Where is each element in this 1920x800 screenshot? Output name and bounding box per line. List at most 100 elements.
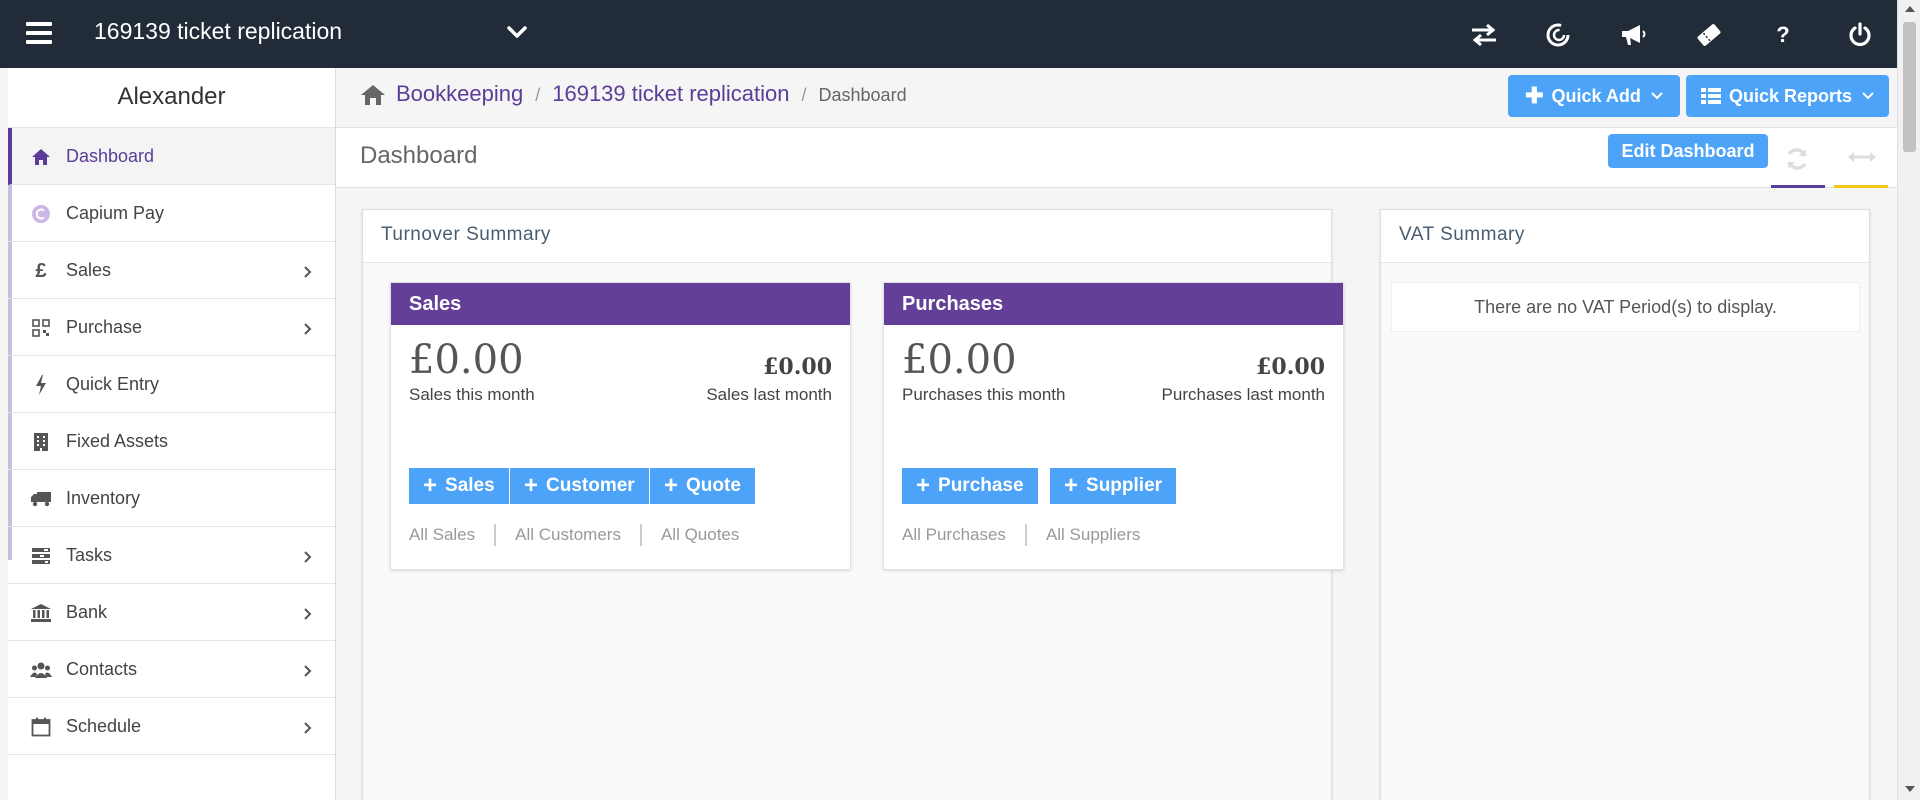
sidebar-item-tasks[interactable]: Tasks: [8, 527, 335, 584]
plus-icon: +: [1064, 472, 1079, 499]
users-icon: [30, 659, 52, 681]
chevron-down-icon: [1862, 92, 1874, 100]
add-sales-button[interactable]: + Sales: [409, 468, 509, 504]
sidebar-item-label: Dashboard: [66, 145, 155, 166]
vat-summary-widget: VAT Summary There are no VAT Period(s) t…: [1380, 209, 1870, 800]
add-purchase-button[interactable]: + Purchase: [902, 468, 1038, 504]
sidebar-item-quick-entry[interactable]: Quick Entry: [8, 356, 335, 413]
pound-icon: £: [35, 259, 47, 282]
hamburger-menu-icon[interactable]: [26, 22, 52, 44]
all-purchases-link[interactable]: All Purchases: [902, 525, 1006, 545]
add-customer-button[interactable]: + Customer: [510, 468, 649, 504]
quick-reports-button[interactable]: Quick Reports: [1686, 75, 1889, 117]
bank-icon: [30, 602, 52, 624]
scroll-up-arrow-icon[interactable]: [1905, 6, 1915, 12]
purchases-last-month-amount: £0.00: [1256, 354, 1325, 380]
sidebar-item-inventory[interactable]: Inventory: [8, 470, 335, 527]
sidebar-item-label: Quick Entry: [66, 373, 160, 394]
purchases-this-month-label: Purchases this month: [902, 385, 1066, 404]
company-dropdown-chevron-icon[interactable]: [506, 24, 528, 45]
tasks-icon: [30, 545, 52, 567]
breadcrumb-separator: /: [535, 85, 541, 105]
capium-pay-icon: [30, 203, 52, 225]
chevron-down-icon: [1651, 92, 1663, 100]
sidebar-item-capium-pay[interactable]: Capium Pay: [8, 185, 335, 242]
scroll-down-arrow-icon[interactable]: [1905, 786, 1915, 792]
plus-icon: +: [524, 472, 539, 499]
chevron-right-icon: [303, 719, 313, 740]
company-name[interactable]: 169139 ticket replication: [94, 18, 342, 45]
all-sales-link[interactable]: All Sales: [409, 525, 475, 545]
capium-icon[interactable]: [1544, 22, 1572, 48]
breadcrumb-current: Dashboard: [818, 85, 907, 105]
sidebar-item-label: Schedule: [66, 715, 142, 736]
link-divider: [1024, 524, 1027, 546]
home-icon: [30, 146, 52, 168]
sidebar-item-label: Bank: [66, 601, 108, 622]
refresh-icon[interactable]: [1784, 146, 1810, 177]
expand-horizontal-icon[interactable]: [1848, 150, 1876, 168]
sidebar-item-label: Tasks: [66, 544, 113, 565]
switch-arrows-icon[interactable]: [1470, 22, 1498, 48]
sales-last-month-label: Sales last month: [706, 385, 832, 404]
sidebar-item-label: Fixed Assets: [66, 430, 169, 451]
help-icon[interactable]: ?: [1769, 22, 1797, 48]
sidebar-item-schedule[interactable]: Schedule: [8, 698, 335, 755]
button-label: Quote: [686, 475, 741, 496]
home-icon[interactable]: [360, 84, 386, 111]
quick-reports-label: Quick Reports: [1728, 85, 1853, 106]
breadcrumb-bookkeeping[interactable]: Bookkeeping: [396, 81, 523, 107]
breadcrumb-company[interactable]: 169139 ticket replication: [552, 81, 789, 107]
plus-icon: +: [664, 472, 679, 499]
sales-this-month-amount: £0.00: [409, 337, 524, 383]
edit-dashboard-button[interactable]: Edit Dashboard: [1608, 134, 1768, 168]
power-icon[interactable]: [1846, 22, 1874, 48]
purchases-this-month-amount: £0.00: [902, 337, 1017, 383]
link-divider: [494, 524, 497, 546]
all-customers-link[interactable]: All Customers: [515, 525, 621, 545]
bolt-icon: [30, 374, 52, 396]
sales-this-month-label: Sales this month: [409, 385, 535, 404]
breadcrumb-separator: /: [801, 85, 807, 105]
dashboard-content: Turnover Summary Sales £0.00 Sales this …: [336, 188, 1897, 800]
sales-links: All Sales All Customers All Quotes: [409, 524, 739, 546]
ticket-icon[interactable]: [1695, 22, 1723, 48]
plus-icon: ✚: [1525, 83, 1544, 108]
add-quote-button[interactable]: + Quote: [650, 468, 755, 504]
card-title: Purchases: [884, 283, 1343, 325]
sidebar-item-bank[interactable]: Bank: [8, 584, 335, 641]
chevron-right-icon: [303, 320, 313, 341]
sales-last-month-amount: £0.00: [763, 354, 832, 380]
chevron-right-icon: [303, 605, 313, 626]
qr-icon: [30, 317, 52, 339]
megaphone-icon[interactable]: [1619, 22, 1647, 48]
link-divider: [639, 524, 642, 546]
calendar-icon: [30, 716, 52, 738]
chevron-right-icon: [303, 548, 313, 569]
chevron-right-icon: [303, 263, 313, 284]
quick-add-label: Quick Add: [1551, 85, 1641, 106]
add-supplier-button[interactable]: + Supplier: [1050, 468, 1177, 504]
quick-add-button[interactable]: ✚ Quick Add: [1508, 75, 1680, 117]
scrollbar-thumb[interactable]: [1903, 22, 1916, 152]
sidebar-item-dashboard[interactable]: Dashboard: [8, 128, 335, 185]
sidebar-item-label: Inventory: [66, 487, 141, 508]
plus-icon: +: [423, 472, 438, 499]
sidebar-item-sales[interactable]: £ Sales: [8, 242, 335, 299]
breadcrumb: Bookkeeping / 169139 ticket replication …: [396, 81, 907, 107]
all-quotes-link[interactable]: All Quotes: [661, 525, 739, 545]
vertical-scrollbar[interactable]: [1897, 0, 1920, 800]
all-suppliers-link[interactable]: All Suppliers: [1046, 525, 1141, 545]
chevron-right-icon: [303, 662, 313, 683]
vat-empty-message: There are no VAT Period(s) to display.: [1391, 282, 1860, 332]
top-navbar: 169139 ticket replication ?: [0, 0, 1920, 68]
sidebar-item-purchase[interactable]: Purchase: [8, 299, 335, 356]
button-label: Sales: [445, 475, 495, 496]
purchases-last-month-label: Purchases last month: [1161, 385, 1325, 404]
page-title: Dashboard: [360, 142, 478, 169]
sidebar-item-contacts[interactable]: Contacts: [8, 641, 335, 698]
building-icon: [30, 431, 52, 453]
sidebar-item-fixed-assets[interactable]: Fixed Assets: [8, 413, 335, 470]
sidebar-item-label: Sales: [66, 259, 112, 280]
truck-icon: [30, 488, 52, 510]
